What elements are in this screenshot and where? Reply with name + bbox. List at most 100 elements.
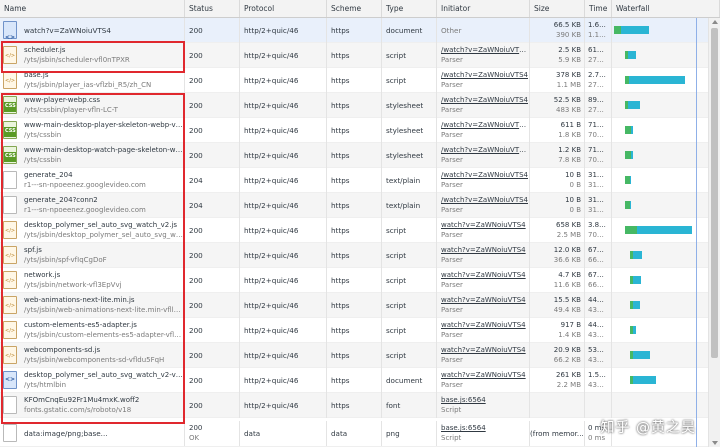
secondary-text: 669... [588, 255, 608, 264]
time-cell [585, 393, 612, 418]
initiator-cell[interactable]: /watch?v=ZaWNoiuVTS4 Parser [437, 93, 530, 118]
primary-text[interactable]: /watch?v=ZaWNoiuVTS4 [441, 96, 529, 106]
waterfall-download-bar [628, 51, 636, 59]
primary-text: 312... [588, 171, 608, 179]
column-header-status[interactable]: Status [185, 0, 240, 17]
primary-text[interactable]: watch?v=ZaWNoiuVTS4 [441, 221, 529, 231]
size-cell: 12.0 KB 36.6 KB [530, 243, 585, 268]
scroll-thumb[interactable] [711, 28, 718, 358]
primary-text[interactable]: /watch?v=ZaWNoiuVTS4 [441, 171, 529, 181]
table-row[interactable]: watch?v=ZaWNoiuVTS4 200http/2+quic/46http… [0, 18, 708, 43]
secondary-text: Parser [441, 280, 463, 289]
size-cell: (from memor... [530, 421, 585, 446]
status-cell: 200 [185, 393, 240, 418]
size-cell [530, 393, 585, 418]
initiator-cell[interactable]: /watch?v=ZaWNoiuVTS4:2 Parser [437, 43, 530, 68]
status-cell: 204 [185, 168, 240, 193]
time-cell: 898... 275... [585, 93, 612, 118]
primary-text[interactable]: watch?v=ZaWNoiuVTS4 [441, 371, 529, 381]
secondary-text: Parser [441, 80, 463, 89]
watermark: 知乎 @黄之昊 [600, 420, 696, 436]
protocol-cell: http/2+quic/46 [240, 293, 327, 318]
time-cell: 711... 709... [585, 118, 612, 143]
initiator-cell[interactable]: watch?v=ZaWNoiuVTS4 Parser [437, 268, 530, 293]
protocol-cell: http/2+quic/46 [240, 118, 327, 143]
time-cell: 312... 311... [585, 193, 612, 218]
name-cell[interactable]: watch?v=ZaWNoiuVTS4 [0, 18, 185, 43]
type-cell: document [382, 368, 437, 393]
status-cell: 200 [185, 43, 240, 68]
column-header-type[interactable]: Type [382, 0, 437, 17]
initiator-cell[interactable]: /watch?v=ZaWNoiuVTS4 Parser [437, 193, 530, 218]
column-header-name[interactable]: Name [0, 0, 185, 17]
scheme-cell: https [327, 93, 382, 118]
waterfall-cell [612, 243, 708, 268]
primary-text[interactable]: watch?v=ZaWNoiuVTS4 [441, 271, 529, 281]
scheme-cell: https [327, 143, 382, 168]
secondary-text: 669... [588, 280, 608, 289]
scroll-down-icon[interactable] [712, 441, 718, 445]
type-cell: text/plain [382, 193, 437, 218]
primary-text[interactable]: watch?v=ZaWNoiuVTS4 [441, 321, 529, 331]
scroll-up-icon[interactable] [712, 20, 718, 24]
primary-text[interactable]: /watch?v=ZaWNoiuVTS4 [441, 196, 529, 206]
column-header-time[interactable]: Time [585, 0, 612, 17]
initiator-cell[interactable]: /watch?v=ZaWNoiuVTS4:7 Parser [437, 143, 530, 168]
scheme-cell: https [327, 243, 382, 268]
initiator-cell[interactable]: /watch?v=ZaWNoiuVTS4:7 Parser [437, 118, 530, 143]
primary-text[interactable]: /watch?v=ZaWNoiuVTS4:2 [441, 46, 529, 56]
column-header-waterfall[interactable]: Waterfall [612, 0, 720, 17]
initiator-cell[interactable]: watch?v=ZaWNoiuVTS4 Parser [437, 343, 530, 368]
status-cell: 200 [185, 368, 240, 393]
name-cell[interactable]: data:image/png;base... [0, 421, 185, 446]
initiator-cell[interactable]: watch?v=ZaWNoiuVTS4 Parser [437, 218, 530, 243]
type-cell: script [382, 243, 437, 268]
secondary-text: 1.4 KB [558, 330, 581, 339]
initiator-cell[interactable]: base.js:6564 Script [437, 421, 530, 446]
primary-text: 12.0 KB [553, 246, 581, 254]
column-header-initiator[interactable]: Initiator [437, 0, 530, 17]
primary-text[interactable]: base.js:6564 [441, 396, 529, 406]
protocol-cell: http/2+quic/46 [240, 243, 327, 268]
initiator-cell[interactable]: /watch?v=ZaWNoiuVTS4 Parser [437, 168, 530, 193]
waterfall-download-bar [633, 251, 642, 259]
secondary-text: 1.1 MB [556, 80, 581, 89]
waterfall-download-bar [633, 376, 656, 384]
primary-text[interactable]: watch?v=ZaWNoiuVTS4 [441, 246, 529, 256]
waterfall-cell [612, 193, 708, 218]
primary-text[interactable]: /watch?v=ZaWNoiuVTS4 [441, 71, 529, 81]
scheme-cell: https [327, 393, 382, 418]
secondary-text: 1.1... [588, 30, 606, 39]
primary-text[interactable]: watch?v=ZaWNoiuVTS4 [441, 346, 529, 356]
primary-text[interactable]: /watch?v=ZaWNoiuVTS4:7 [441, 121, 529, 131]
primary-text[interactable]: base.js:6564 [441, 424, 529, 434]
secondary-text: 483 KB [556, 105, 581, 114]
scheme-cell: data [327, 421, 382, 446]
initiator-cell[interactable]: base.js:6564 Script [437, 393, 530, 418]
initiator-cell[interactable]: /watch?v=ZaWNoiuVTS4 Parser [437, 68, 530, 93]
column-header-scheme[interactable]: Scheme [327, 0, 382, 17]
waterfall-cell [612, 268, 708, 293]
column-header-size[interactable]: Size [530, 0, 585, 17]
highlight-box-resources [1, 93, 185, 424]
primary-text: 200 [189, 424, 203, 432]
time-cell: 610... 275... [585, 43, 612, 68]
initiator-cell[interactable]: watch?v=ZaWNoiuVTS4 Parser [437, 293, 530, 318]
initiator-cell[interactable]: watch?v=ZaWNoiuVTS4 Parser [437, 368, 530, 393]
initiator-cell[interactable]: watch?v=ZaWNoiuVTS4 Parser [437, 318, 530, 343]
scrollbar[interactable] [708, 18, 720, 447]
primary-text: 10 B [565, 171, 581, 179]
secondary-text: OK [189, 433, 200, 442]
protocol-cell: data [240, 421, 327, 446]
waterfall-cell [612, 343, 708, 368]
protocol-cell: http/2+quic/46 [240, 93, 327, 118]
column-header-protocol[interactable]: Protocol [240, 0, 327, 17]
waterfall-cell [612, 43, 708, 68]
primary-text: 2.7... [588, 71, 606, 79]
primary-text: 672... [588, 246, 608, 254]
waterfall-download-bar [629, 76, 685, 84]
secondary-text: 7.8 KB [558, 155, 581, 164]
primary-text[interactable]: /watch?v=ZaWNoiuVTS4:7 [441, 146, 529, 156]
primary-text[interactable]: watch?v=ZaWNoiuVTS4 [441, 296, 529, 306]
initiator-cell[interactable]: watch?v=ZaWNoiuVTS4 Parser [437, 243, 530, 268]
